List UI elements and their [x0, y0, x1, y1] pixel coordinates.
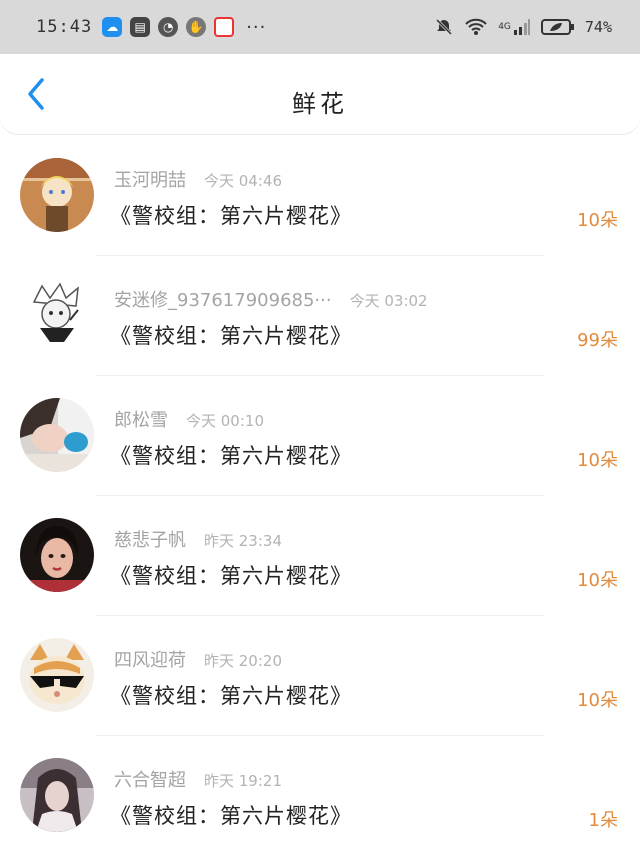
gift-work-title: 《警校组：第六片樱花》 [110, 324, 352, 348]
network-type: 4G [498, 22, 511, 32]
more-notifications-icon: ··· [246, 16, 267, 38]
notification-icons: ☁ ▤ ◔ ✋ ··· [102, 17, 266, 38]
gift-work-title: 《警校组：第六片樱花》 [110, 804, 352, 828]
sender-name[interactable]: 六合智超 [114, 766, 186, 792]
flower-count: 1朵 [588, 810, 618, 831]
list-item[interactable]: 四风迎荷 昨天 20:20 《警校组：第六片樱花》 10朵 [0, 616, 640, 736]
hand-app-icon: ✋ [186, 17, 207, 37]
timestamp: 昨天 20:20 [204, 652, 282, 670]
sender-line: 郎松雪 今天 00:10 [114, 406, 264, 432]
sender-name[interactable]: 慈悲子帆 [114, 526, 186, 552]
nav-bar: 鲜花 [0, 54, 640, 134]
timestamp: 昨天 23:34 [204, 532, 282, 550]
gift-work-title: 《警校组：第六片樱花》 [110, 564, 352, 588]
avatar[interactable] [20, 278, 94, 352]
wifi-icon [464, 17, 488, 37]
list-item[interactable]: 安迷修_937617909685··· 今天 03:02 《警校组：第六片樱花》… [0, 256, 640, 376]
list-item[interactable]: 郎松雪 今天 00:10 《警校组：第六片樱花》 10朵 [0, 376, 640, 496]
avatar[interactable] [20, 638, 94, 712]
sender-line: 玉河明喆 今天 04:46 [114, 166, 282, 192]
gift-list: 玉河明喆 今天 04:46 《警校组：第六片樱花》 10朵 安迷修_937617… [0, 136, 640, 856]
sender-line: 四风迎荷 昨天 20:20 [114, 646, 282, 672]
list-item[interactable]: 玉河明喆 今天 04:46 《警校组：第六片樱花》 10朵 [0, 136, 640, 256]
page-title: 鲜花 [292, 90, 348, 118]
timestamp: 今天 00:10 [186, 412, 264, 430]
flower-count: 10朵 [577, 570, 618, 591]
flower-count: 10朵 [577, 690, 618, 711]
gift-work-title: 《警校组：第六片樱花》 [110, 204, 352, 228]
flower-count: 10朵 [577, 210, 618, 231]
sender-line: 慈悲子帆 昨天 23:34 [114, 526, 282, 552]
list-item[interactable]: 六合智超 昨天 19:21 《警校组：第六片樱花》 1朵 [0, 736, 640, 856]
sender-name[interactable]: 玉河明喆 [114, 166, 186, 192]
huawei-app-icon: ▤ [130, 17, 151, 37]
sender-line: 安迷修_937617909685··· 今天 03:02 [114, 286, 428, 312]
status-right: 4G 74% [434, 17, 612, 37]
status-time: 15:43 [36, 17, 93, 37]
sender-name[interactable]: 四风迎荷 [114, 646, 186, 672]
weather-app-icon: ☁ [102, 17, 123, 37]
gift-work-title: 《警校组：第六片樱花》 [110, 444, 352, 468]
signal-icon: 4G [498, 18, 531, 36]
battery-icon [540, 18, 575, 36]
avatar[interactable] [20, 518, 94, 592]
sender-name[interactable]: 郎松雪 [114, 406, 168, 432]
mute-icon [434, 17, 454, 37]
browser-app-icon: ◔ [158, 17, 179, 37]
flower-count: 99朵 [577, 330, 618, 351]
timestamp: 今天 04:46 [204, 172, 282, 190]
sender-name[interactable]: 安迷修_937617909685··· [114, 286, 332, 312]
red-app-icon [214, 17, 235, 37]
avatar[interactable] [20, 398, 94, 472]
avatar[interactable] [20, 158, 94, 232]
timestamp: 今天 03:02 [349, 292, 428, 310]
sender-line: 六合智超 昨天 19:21 [114, 766, 282, 792]
flower-count: 10朵 [577, 450, 618, 471]
battery-percent: 74% [584, 18, 612, 36]
gift-work-title: 《警校组：第六片樱花》 [110, 684, 352, 708]
avatar[interactable] [20, 758, 94, 832]
status-bar: 15:43 ☁ ▤ ◔ ✋ ··· 4G 74% [0, 0, 640, 54]
timestamp: 昨天 19:21 [204, 772, 282, 790]
list-item[interactable]: 慈悲子帆 昨天 23:34 《警校组：第六片樱花》 10朵 [0, 496, 640, 616]
